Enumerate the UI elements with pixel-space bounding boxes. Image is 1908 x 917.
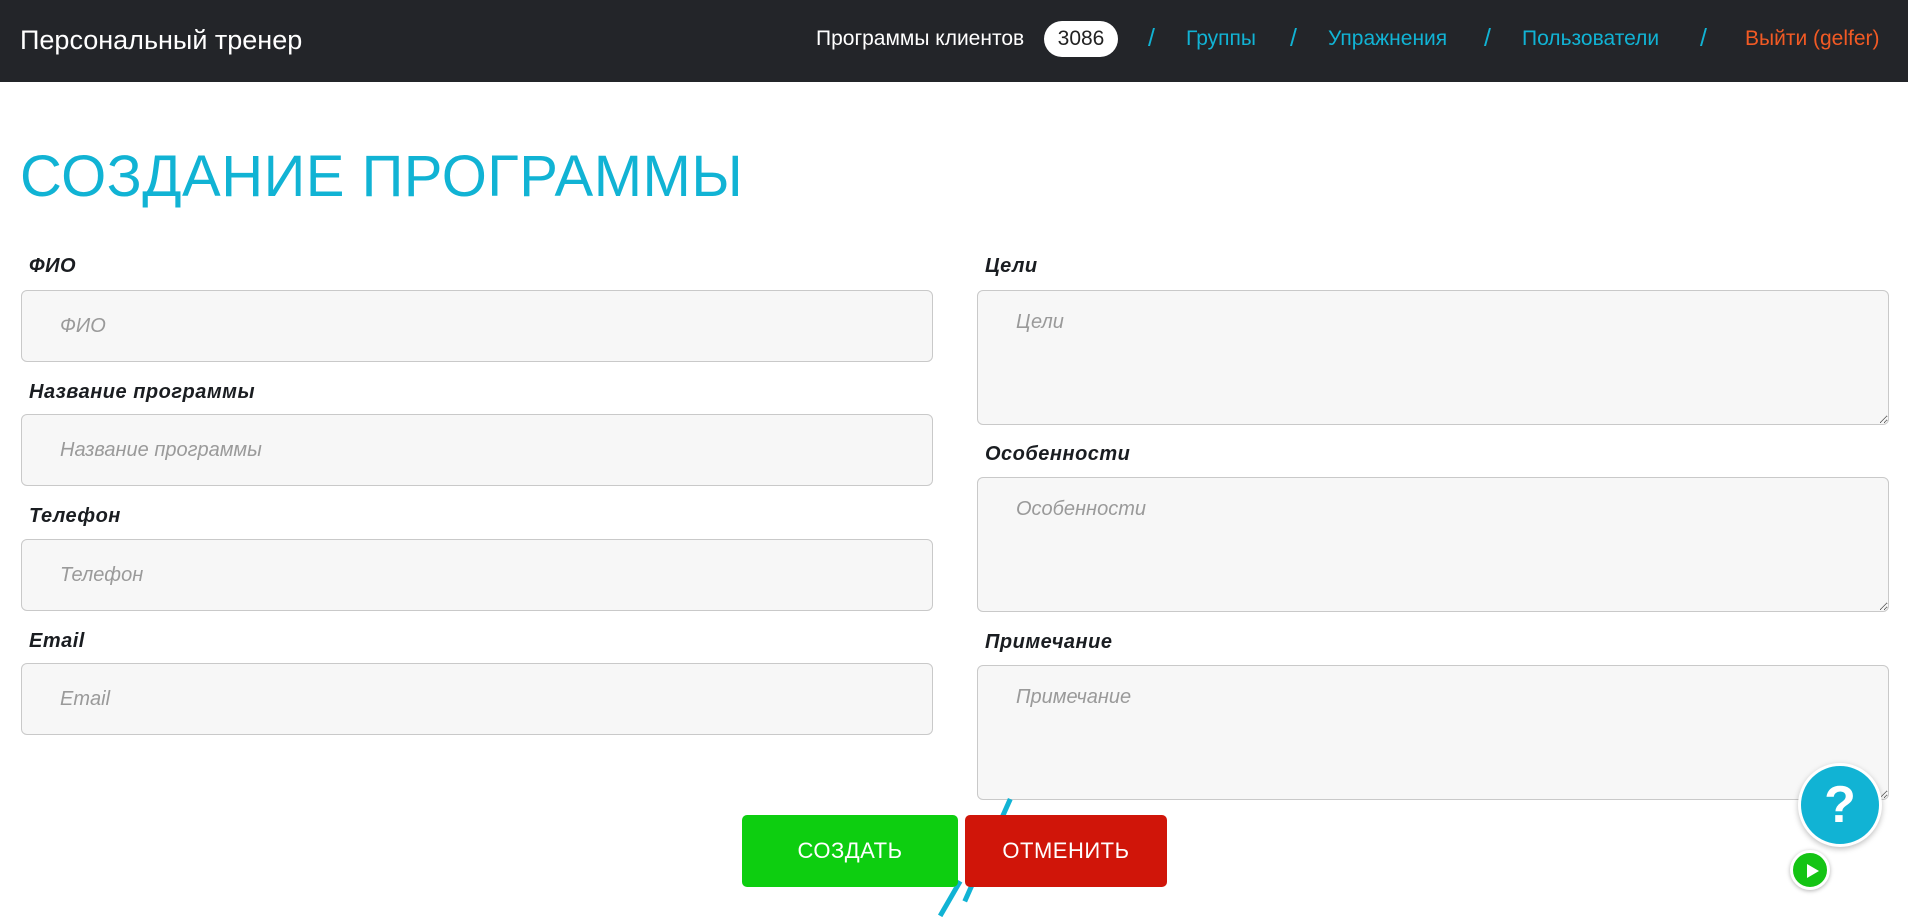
programs-count-badge: 3086 [1044,21,1118,57]
cancel-button[interactable]: ОТМЕНИТЬ [965,815,1167,887]
create-button[interactable]: СОЗДАТЬ [742,815,958,887]
help-widget-button[interactable]: ? [1798,763,1882,847]
email-label: Email [29,630,85,652]
page-title: СОЗДАНИЕ ПРОГРАММЫ [20,144,744,209]
logout-link[interactable]: Выйти (gelfer) [1745,26,1880,52]
nav-separator: / [1484,24,1491,52]
program-name-label: Название программы [29,381,256,403]
email-input[interactable] [21,663,933,735]
goals-label: Цели [985,255,1038,277]
play-icon[interactable] [1790,850,1830,890]
goals-textarea[interactable] [977,290,1889,425]
nav-separator: / [1290,24,1297,52]
features-label: Особенности [985,443,1131,465]
nav-separator: / [1700,24,1707,52]
program-name-input[interactable] [21,414,933,486]
fio-label: ФИО [29,255,77,277]
note-textarea[interactable] [977,665,1889,800]
nav-separator: / [1148,24,1155,52]
nav-client-programs[interactable]: Программы клиентов [816,26,1024,52]
brand-title[interactable]: Персональный тренер [20,24,302,56]
nav-groups[interactable]: Группы [1186,26,1256,52]
question-mark-icon: ? [1824,776,1856,834]
phone-label: Телефон [29,505,121,527]
features-textarea[interactable] [977,477,1889,612]
phone-input[interactable] [21,539,933,611]
nav-exercises[interactable]: Упражнения [1328,26,1447,52]
nav-users[interactable]: Пользователи [1522,26,1659,52]
fio-input[interactable] [21,290,933,362]
note-label: Примечание [985,631,1113,653]
top-navbar: Персональный тренер Программы клиентов 3… [0,0,1908,82]
